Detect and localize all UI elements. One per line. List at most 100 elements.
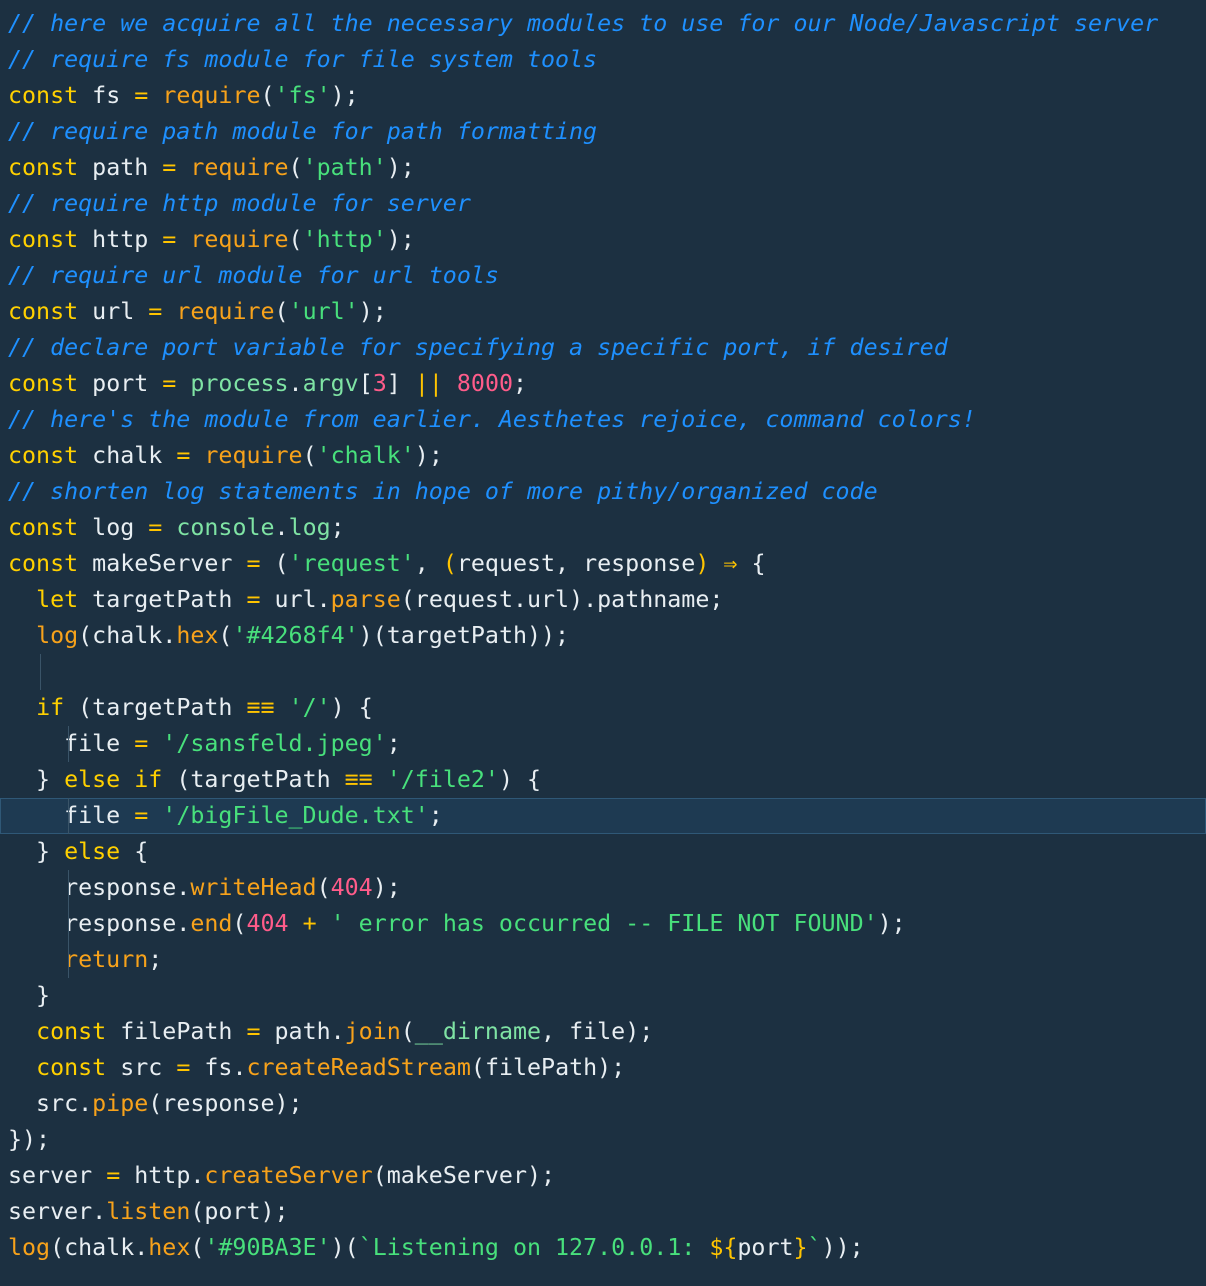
code-line[interactable]: } bbox=[0, 978, 1206, 1014]
code-token-string: '/' bbox=[288, 694, 331, 721]
code-token-op: = bbox=[162, 154, 177, 181]
code-token-punc: )( bbox=[330, 1234, 359, 1261]
code-token-builtin: console bbox=[176, 514, 275, 541]
code-token-func: join bbox=[344, 1018, 401, 1045]
code-line[interactable]: } else { bbox=[0, 834, 1206, 870]
code-token-plain: { bbox=[120, 838, 149, 865]
code-line[interactable]: // declare port variable for specifying … bbox=[0, 330, 1206, 366]
code-line[interactable]: const src = fs.createReadStream(filePath… bbox=[0, 1050, 1206, 1086]
code-token-builtin: log bbox=[288, 514, 331, 541]
code-token-string: ` bbox=[807, 1234, 822, 1261]
code-line-current[interactable]: file = '/bigFile_Dude.txt'; bbox=[0, 798, 1206, 834]
code-token-plain: targetPath bbox=[78, 586, 247, 613]
code-line[interactable]: // require http module for server bbox=[0, 186, 1206, 222]
code-line[interactable]: log(chalk.hex('#90BA3E')(`Listening on 1… bbox=[0, 1230, 1206, 1266]
code-token-plain: makeServer bbox=[78, 550, 247, 577]
code-line[interactable]: }); bbox=[0, 1122, 1206, 1158]
code-token-plain: makeServer bbox=[386, 1162, 527, 1189]
code-line[interactable]: file = '/sansfeld.jpeg'; bbox=[0, 726, 1206, 762]
code-token-string: '#4268f4' bbox=[232, 622, 359, 649]
code-token-op: = bbox=[246, 1018, 261, 1045]
code-line[interactable]: const path = require('path'); bbox=[0, 150, 1206, 186]
code-line[interactable]: const makeServer = ('request', (request,… bbox=[0, 546, 1206, 582]
code-token-comment: // here we acquire all the necessary mod… bbox=[8, 10, 1159, 37]
code-line[interactable]: const http = require('http'); bbox=[0, 222, 1206, 258]
code-line[interactable]: response.writeHead(404); bbox=[0, 870, 1206, 906]
code-line[interactable]: // here's the module from earlier. Aesth… bbox=[0, 402, 1206, 438]
code-line[interactable]: // shorten log statements in hope of mor… bbox=[0, 474, 1206, 510]
code-line[interactable]: const url = require('url'); bbox=[0, 294, 1206, 330]
code-token-keyword: const bbox=[8, 82, 79, 109]
code-token-op: ${ bbox=[709, 1234, 738, 1261]
code-token-punc: ); bbox=[372, 874, 401, 901]
code-line[interactable]: let targetPath = url.parse(request.url).… bbox=[0, 582, 1206, 618]
code-line[interactable]: if (targetPath ≡≡ '/') { bbox=[0, 690, 1206, 726]
code-token-punc: )); bbox=[821, 1234, 864, 1261]
code-line[interactable]: } else if (targetPath ≡≡ '/file2') { bbox=[0, 762, 1206, 798]
code-line[interactable]: return; bbox=[0, 942, 1206, 978]
code-token-keyword: let bbox=[36, 586, 79, 613]
code-token-punc: ) bbox=[569, 586, 584, 613]
code-token-op: = bbox=[246, 586, 261, 613]
code-line[interactable]: server.listen(port); bbox=[0, 1194, 1206, 1230]
code-token-plain: .pathname; bbox=[583, 586, 724, 613]
code-token-plain: ( bbox=[260, 550, 289, 577]
code-token-func: require bbox=[190, 154, 289, 181]
code-line[interactable]: const chalk = require('chalk'); bbox=[0, 438, 1206, 474]
code-token-plain: http bbox=[78, 226, 163, 253]
code-token-plain: file bbox=[8, 730, 135, 757]
code-token-func: createReadStream bbox=[246, 1054, 471, 1081]
code-token-plain: } bbox=[8, 982, 51, 1009]
code-token-keyword: const bbox=[8, 514, 79, 541]
code-token-func: writeHead bbox=[190, 874, 317, 901]
code-token-plain: { bbox=[737, 550, 766, 577]
code-token-op: = bbox=[134, 82, 149, 109]
code-token-punc: ( bbox=[190, 1198, 205, 1225]
code-token-keyword: else bbox=[64, 766, 121, 793]
code-line[interactable]: const log = console.log; bbox=[0, 510, 1206, 546]
code-token-keyword: if bbox=[36, 694, 65, 721]
code-line[interactable]: const port = process.argv[3] || 8000; bbox=[0, 366, 1206, 402]
code-token-func: log bbox=[36, 622, 79, 649]
code-line[interactable]: // require path module for path formatti… bbox=[0, 114, 1206, 150]
code-line[interactable]: const filePath = path.join(__dirname, fi… bbox=[0, 1014, 1206, 1050]
code-token-op: } bbox=[793, 1234, 808, 1261]
code-token-punc: ; bbox=[428, 802, 443, 829]
code-token-punc: , bbox=[414, 550, 443, 577]
code-line[interactable]: log(chalk.hex('#4268f4')(targetPath)); bbox=[0, 618, 1206, 654]
code-token-op: = bbox=[176, 1054, 191, 1081]
code-token-punc: ( bbox=[232, 910, 247, 937]
code-token-keyword: const bbox=[36, 1054, 107, 1081]
code-token-punc: ); bbox=[386, 154, 415, 181]
indent-guide bbox=[40, 654, 42, 690]
code-token-string: ' error has occurred -- FILE NOT FOUND' bbox=[330, 910, 878, 937]
code-line[interactable]: src.pipe(response); bbox=[0, 1086, 1206, 1122]
code-editor[interactable]: // here we acquire all the necessary mod… bbox=[0, 6, 1206, 1278]
code-line[interactable]: // require url module for url tools bbox=[0, 258, 1206, 294]
code-token-op: = bbox=[106, 1162, 121, 1189]
code-line[interactable]: const fs = require('fs'); bbox=[0, 78, 1206, 114]
code-line[interactable] bbox=[0, 654, 1206, 690]
code-token-plain: path. bbox=[260, 1018, 345, 1045]
code-token-string: '/file2' bbox=[386, 766, 499, 793]
code-line[interactable]: // here we acquire all the necessary mod… bbox=[0, 6, 1206, 42]
code-token-punc: ); bbox=[414, 442, 443, 469]
code-token-string: 'http' bbox=[302, 226, 387, 253]
code-token-punc: . bbox=[288, 370, 303, 397]
code-token-plain: port bbox=[204, 1198, 261, 1225]
code-line[interactable]: response.end(404 + ' error has occurred … bbox=[0, 906, 1206, 942]
code-line[interactable]: // require fs module for file system too… bbox=[0, 42, 1206, 78]
code-line[interactable]: server = http.createServer(makeServer); bbox=[0, 1158, 1206, 1194]
code-token-comment: // require fs module for file system too… bbox=[8, 46, 598, 73]
code-token-plain: response bbox=[162, 1090, 275, 1117]
code-token-punc: ); bbox=[526, 1162, 556, 1189]
code-token-punc: ; bbox=[330, 514, 345, 541]
code-token-string: '#90BA3E' bbox=[204, 1234, 331, 1261]
